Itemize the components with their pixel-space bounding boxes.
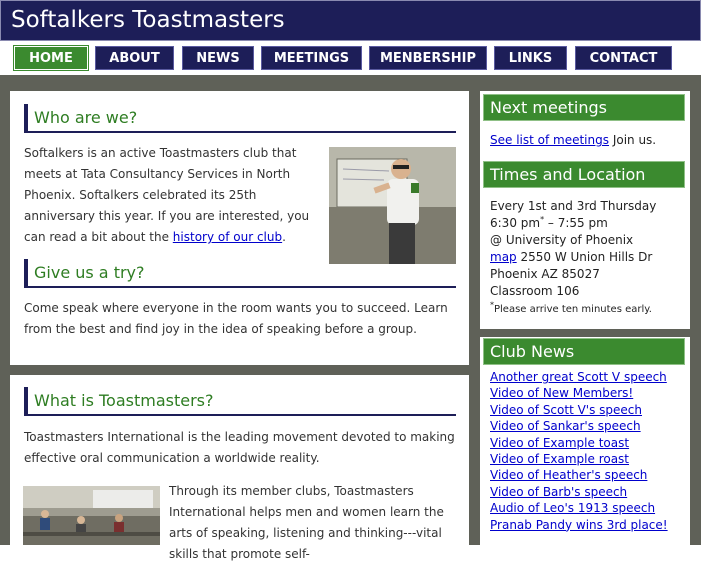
news-link[interactable]: Audio of Leo's 1913 speech: [490, 501, 655, 515]
what-heading: What is Toastmasters?: [24, 387, 456, 416]
site-header: Softalkers Toastmasters: [0, 0, 701, 41]
try-heading: Give us a try?: [24, 259, 456, 288]
join-us-text: Join us.: [609, 133, 657, 147]
main-nav: HOME ABOUT NEWS MEETINGS MENBERSHIP LINK…: [0, 41, 701, 75]
site-title: Softalkers Toastmasters: [11, 7, 285, 33]
intro-panel: Who are we? Softalkers is an active Toas…: [10, 91, 469, 365]
times-heading: Times and Location: [483, 161, 685, 188]
nav-meetings[interactable]: MEETINGS: [261, 46, 362, 70]
end-time: – 7:55 pm: [544, 216, 608, 230]
address-line: 2550 W Union Hills Dr: [516, 250, 653, 264]
list-item: Video of Barb's speech: [490, 484, 686, 500]
list-item: Video of Example toast: [490, 435, 686, 451]
what-text: Toastmasters International is the leadin…: [24, 430, 455, 465]
who-end: .: [282, 230, 286, 244]
classroom-line: Classroom 106: [490, 284, 580, 298]
sidebar-meetings-panel: Next meetings See list of meetings Join …: [480, 91, 690, 329]
news-link[interactable]: Video of Example toast: [490, 436, 629, 450]
city-line: Phoenix AZ 85027: [490, 267, 600, 281]
try-text: Come speak where everyone in the room wa…: [24, 301, 448, 336]
page-margin: [701, 0, 727, 545]
list-item: Video of Sankar's speech: [490, 418, 686, 434]
list-item: Audio of Leo's 1913 speech: [490, 500, 686, 516]
club-news-heading: Club News: [483, 338, 685, 365]
map-link[interactable]: map: [490, 250, 517, 264]
news-link[interactable]: Video of Heather's speech: [490, 468, 647, 482]
who-heading: Who are we?: [24, 104, 456, 133]
news-link[interactable]: Video of Scott V's speech: [490, 403, 642, 417]
times-details: Every 1st and 3rd Thursday 6:30 pm* – 7:…: [490, 198, 686, 318]
news-list: Another great Scott V speech Video of Ne…: [490, 369, 686, 533]
list-item: Video of Example roast: [490, 451, 686, 467]
nav-home[interactable]: HOME: [13, 45, 89, 71]
start-time: 6:30 pm: [490, 216, 541, 230]
list-item: Video of Heather's speech: [490, 467, 686, 483]
news-link[interactable]: Video of Barb's speech: [490, 485, 627, 499]
sidebar-news-panel: Club News Another great Scott V speech V…: [480, 337, 690, 545]
schedule-line: Every 1st and 3rd Thursday: [490, 199, 657, 213]
toastmasters-panel: What is Toastmasters? Toastmasters Inter…: [10, 375, 469, 561]
nav-contact[interactable]: CONTACT: [575, 46, 672, 70]
what-text-2: Through its member clubs, Toastmasters I…: [169, 484, 444, 561]
nav-news[interactable]: NEWS: [182, 46, 254, 70]
arrival-note: Please arrive ten minutes early.: [494, 304, 652, 315]
next-meetings-heading: Next meetings: [483, 94, 685, 121]
news-link[interactable]: Video of Sankar's speech: [490, 419, 641, 433]
who-text: Softalkers is an active Toastmasters clu…: [24, 143, 322, 248]
meeting-photo: [23, 486, 160, 545]
news-link[interactable]: Video of Example roast: [490, 452, 629, 466]
list-item: Another great Scott V speech: [490, 369, 686, 385]
nav-links[interactable]: LINKS: [494, 46, 567, 70]
meetings-list-link[interactable]: See list of meetings: [490, 133, 609, 147]
speaker-photo: [329, 147, 456, 264]
content-area: Who are we? Softalkers is an active Toas…: [0, 75, 701, 561]
history-link[interactable]: history of our club: [173, 230, 282, 244]
news-link[interactable]: Pranab Pandy wins 3rd place!: [490, 518, 668, 532]
venue-line: @ University of Phoenix: [490, 233, 634, 247]
news-link[interactable]: Another great Scott V speech: [490, 370, 667, 384]
next-meetings-text: See list of meetings Join us.: [490, 132, 686, 149]
list-item: Video of Scott V's speech: [490, 402, 686, 418]
news-link[interactable]: Video of New Members!: [490, 386, 633, 400]
nav-membership[interactable]: MENBERSHIP: [369, 46, 487, 70]
list-item: Video of New Members!: [490, 385, 686, 401]
nav-about[interactable]: ABOUT: [95, 46, 174, 70]
list-item: Pranab Pandy wins 3rd place!: [490, 517, 686, 533]
